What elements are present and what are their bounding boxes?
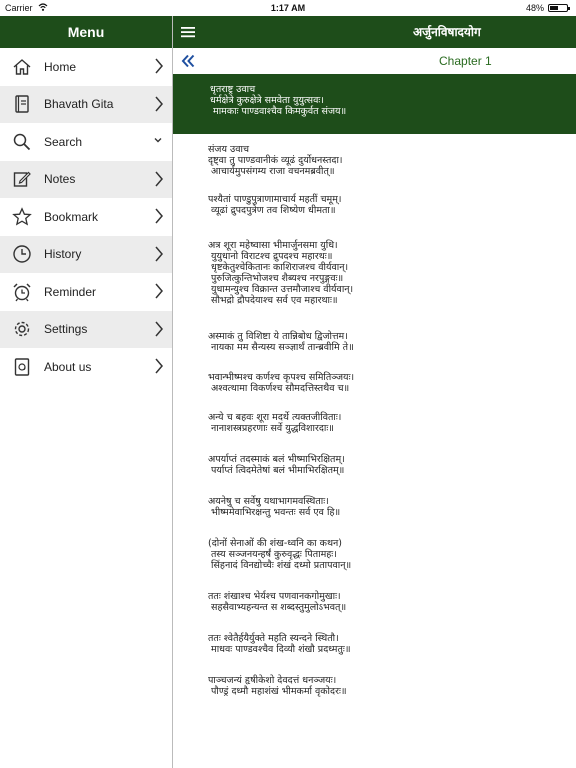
verse-line: पश्यैतां पाण्डुपुत्राणामाचार्य महतीं चमू…	[208, 194, 342, 205]
chevron-right-icon	[155, 321, 163, 336]
verse-line: ततः शंखाश्च भेर्यश्च पणवानकगोमुखाः।	[208, 591, 341, 602]
verse-item[interactable]: अत्र शूरा महेष्वासा भीमार्जुनसमा युधि। य…	[173, 240, 576, 306]
chevron-down-icon	[154, 138, 162, 143]
sidebar-item-reminder[interactable]: Reminder	[0, 273, 172, 311]
battery-icon	[548, 4, 570, 12]
sidebar-item-label: Settings	[44, 322, 88, 337]
verse-item[interactable]: पाञ्चजन्यं हृषीकेशो देवदत्तं धनञ्जयः। पौ…	[173, 675, 576, 697]
verse-item[interactable]: अयनेषु च सर्वेषु यथाभागमवस्थिताः। भीष्मम…	[173, 496, 576, 518]
verse-line: भवान्भीष्मश्च कर्णश्च कृपश्च समितिञ्जयः।	[208, 372, 355, 383]
clock-time: 1:17 AM	[270, 3, 306, 13]
status-bar: Carrier 1:17 AM 48%	[0, 0, 576, 16]
sidebar-item-search[interactable]: Search	[0, 123, 172, 161]
gear-icon	[11, 318, 33, 340]
verse-line: भीष्ममेवाभिरक्षन्तु भवन्तः सर्व एव हि॥	[208, 507, 341, 518]
verse-line: युयुधानो विराटश्च द्रुपदश्च महारथः॥	[208, 251, 333, 262]
chevron-right-icon	[155, 171, 163, 186]
verse-line: अश्वत्थामा विकर्णश्च सौमदत्तिस्तथैव च॥	[208, 383, 350, 394]
verse-line: युधामन्युश्च विक्रान्त उत्तमौजाश्च वीर्य…	[208, 284, 354, 295]
verse-line: धृष्टकेतुश्चेकितानः काशिराजश्च वीर्यवान्…	[208, 262, 349, 273]
verse-line: व्यूढां द्रुपदपुत्रेण तव शिष्येण धीमता॥	[208, 205, 336, 216]
verse-line: अत्र शूरा महेष्वासा भीमार्जुनसमा युधि।	[208, 240, 338, 251]
double-chevron-left-icon[interactable]	[181, 54, 195, 68]
verse-line: अन्ये च बहवः शूरा मदर्थे त्यक्तजीविताः।	[208, 412, 342, 423]
verse-line: तस्य सञ्जनयन्हर्षं कुरुवृद्धः पितामहः।	[208, 549, 337, 560]
notes-icon	[11, 168, 33, 190]
search-icon	[11, 131, 33, 153]
verse-item-selected[interactable]: धृतराष्ट्र उवाच धर्मक्षेत्रे कुरुक्षेत्र…	[173, 74, 576, 134]
verse-item[interactable]: भवान्भीष्मश्च कर्णश्च कृपश्च समितिञ्जयः।…	[173, 372, 576, 394]
verse-line: ततः श्वेतैर्हयैर्युक्ते महति स्यन्दने स्…	[208, 633, 339, 644]
verse-line: अपर्याप्तं तदस्माकं बलं भीष्माभिरक्षितम्…	[208, 454, 345, 465]
chevron-right-icon	[155, 283, 163, 299]
verse-item[interactable]: संजय उवाच दृष्ट्वा तु पाण्डवानीकं व्यूढं…	[173, 144, 576, 177]
sidebar-item-bhavath-gita[interactable]: Bhavath Gita	[0, 85, 172, 123]
sidebar-item-label: Bhavath Gita	[44, 97, 114, 112]
verse-line: नायका मम सैन्यस्य सञ्ज्ञार्थं तान्ब्रवीम…	[208, 342, 354, 353]
verse-line: माधवः पाण्डवश्चैव दिव्यौ शंखौ प्रदध्मतुः…	[208, 644, 351, 655]
chevron-right-icon	[155, 96, 163, 111]
verse-item[interactable]: ततः शंखाश्च भेर्यश्च पणवानकगोमुखाः। सहसै…	[173, 591, 576, 613]
verse-item[interactable]: पश्यैतां पाण्डुपुत्राणामाचार्य महतीं चमू…	[173, 194, 576, 216]
sidebar-item-history[interactable]: History	[0, 235, 172, 273]
verse-line: अयनेषु च सर्वेषु यथाभागमवस्थिताः।	[208, 496, 329, 507]
book-icon	[11, 93, 33, 115]
verse-line: अस्माकं तु विशिष्टा ये तान्निबोध द्विजोत…	[208, 331, 348, 342]
chapter-bar: Chapter 1	[173, 48, 576, 74]
chevron-right-icon	[155, 358, 163, 374]
sidebar-item-about-us[interactable]: About us	[0, 348, 172, 386]
sidebar-item-bookmark[interactable]: Bookmark	[0, 198, 172, 236]
verse-list: धृतराष्ट्र उवाच धर्मक्षेत्रे कुरुक्षेत्र…	[173, 74, 576, 768]
star-icon	[11, 206, 33, 228]
sidebar-item-label: About us	[44, 359, 92, 374]
sidebar-item-label: Search	[44, 134, 83, 149]
sidebar-item-notes[interactable]: Notes	[0, 160, 172, 198]
verse-item[interactable]: अन्ये च बहवः शूरा मदर्थे त्यक्तजीविताः। …	[173, 412, 576, 434]
hamburger-menu-icon[interactable]	[181, 25, 195, 39]
verse-line: दृष्ट्वा तु पाण्डवानीकं व्यूढं दुर्योधनस…	[208, 155, 343, 166]
sidebar-menu: Home Bhavath Gita Search Notes Bookmark	[0, 48, 172, 768]
chapter-label: Chapter 1	[439, 54, 492, 68]
top-navigation-bar: अर्जुनविषादयोग	[173, 16, 576, 48]
verse-line: धर्मक्षेत्रे कुरुक्षेत्रे समवेता युयुत्स…	[210, 95, 324, 106]
verse-line: सहसैवाभ्यहन्यन्त स शब्दस्तुमुलोऽभवत्॥	[208, 602, 347, 613]
home-icon	[11, 56, 33, 78]
verse-line: आचार्यमुपसंगम्य राजा वचनमब्रवीत्॥	[208, 166, 335, 177]
verse-line: (दोनों सेनाओं की शंख-ध्वनि का कथन)	[208, 538, 343, 549]
verse-line: संजय उवाच	[208, 144, 249, 155]
about-icon	[11, 356, 33, 378]
alarm-icon	[11, 281, 33, 303]
verse-item[interactable]: ततः श्वेतैर्हयैर्युक्ते महति स्यन्दने स्…	[173, 633, 576, 655]
sidebar-item-label: Reminder	[44, 284, 97, 299]
sidebar-item-label: Bookmark	[44, 209, 99, 224]
verse-line: पुरुजित्कुन्तिभोजश्च शैब्यश्च नरपुङ्गवः॥	[208, 273, 344, 284]
verse-line: मामकाः पाण्डवाश्चैव किमकुर्वत संजय॥	[210, 106, 347, 117]
verse-item[interactable]: अस्माकं तु विशिष्टा ये तान्निबोध द्विजोत…	[173, 331, 576, 353]
verse-line: सिंहनादं विनद्योच्चैः शंखं दध्मो प्रतापव…	[208, 560, 352, 571]
sidebar-item-home[interactable]: Home	[0, 48, 172, 86]
sidebar-item-label: Notes	[44, 172, 76, 187]
verse-line: नानाशस्त्रप्रहरणाः सर्वे युद्धविशारदाः॥	[208, 423, 334, 434]
verse-line: धृतराष्ट्र उवाच	[210, 84, 256, 95]
verse-line: सौभद्रो द्रौपदेयाश्च सर्व एव महारथाः॥	[208, 295, 338, 306]
chevron-right-icon	[155, 246, 163, 261]
chevron-right-icon	[155, 58, 163, 74]
verse-line: पौण्ड्रं दध्मौ महाशंखं भीमकर्मा वृकोदरः॥	[208, 686, 347, 697]
chevron-right-icon	[155, 208, 163, 224]
menu-title: Menu	[0, 16, 172, 48]
verse-item[interactable]: (दोनों सेनाओं की शंख-ध्वनि का कथन) तस्य …	[173, 538, 576, 571]
verse-item[interactable]: अपर्याप्तं तदस्माकं बलं भीष्माभिरक्षितम्…	[173, 454, 576, 476]
clock-icon	[11, 243, 33, 265]
battery-percentage: 48%	[525, 3, 544, 13]
page-title: अर्जुनविषादयोग	[413, 25, 481, 39]
sidebar-item-label: History	[44, 247, 82, 262]
verse-line: पाञ्चजन्यं हृषीकेशो देवदत्तं धनञ्जयः।	[208, 675, 337, 686]
sidebar-item-settings[interactable]: Settings	[0, 310, 172, 348]
verse-line: पर्याप्तं त्विदमेतेषां बलं भीमाभिरक्षितम…	[208, 465, 345, 476]
sidebar-item-label: Home	[44, 59, 77, 74]
